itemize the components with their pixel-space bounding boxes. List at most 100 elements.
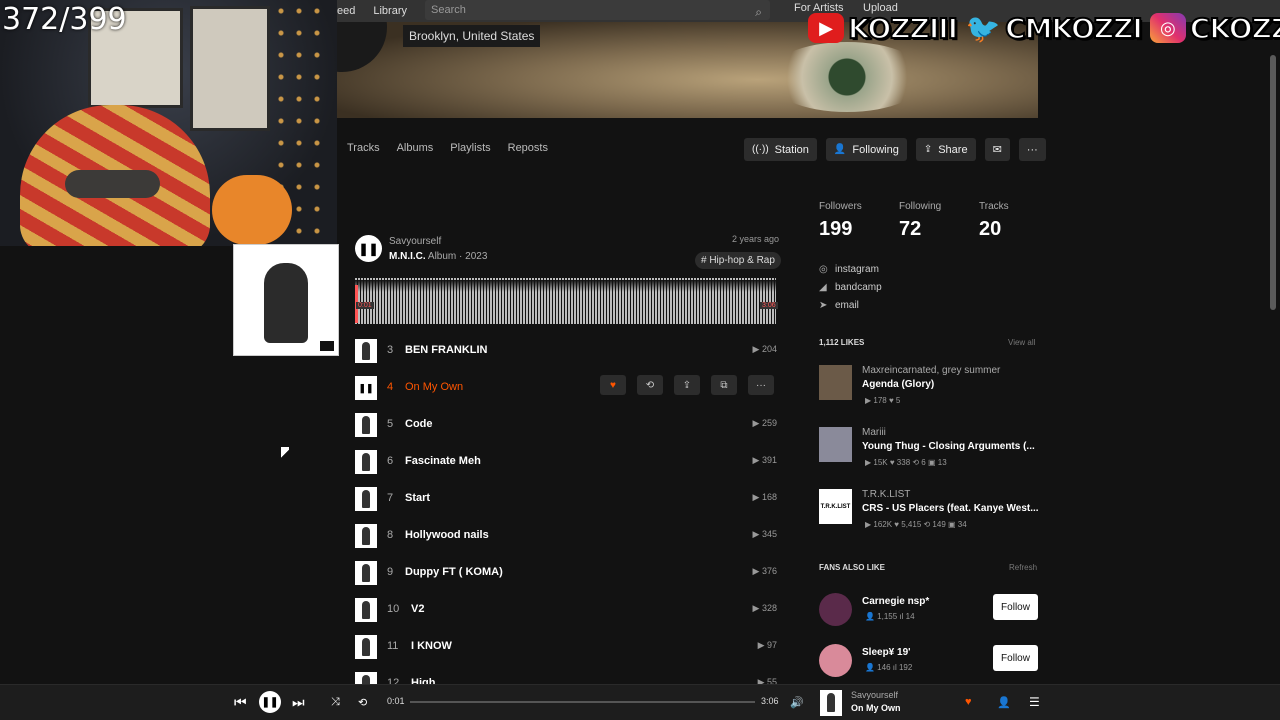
liked-track[interactable]: T.R.K.LIST T.R.K.LIST CRS - US Placers (… [819, 489, 1039, 539]
previous-icon[interactable]: ⏮ [234, 694, 247, 711]
track-thumbnail[interactable] [355, 413, 377, 437]
link-label: email [835, 299, 859, 311]
track-thumbnail[interactable] [355, 524, 377, 548]
stat-following[interactable]: Following 72 [899, 201, 979, 241]
album-line[interactable]: M.N.I.C. Album · 2023 [389, 251, 487, 262]
stat-value: 199 [819, 218, 853, 240]
track-title[interactable]: BEN FRANKLIN [405, 344, 488, 356]
view-all-link[interactable]: View all [1008, 338, 1035, 347]
tab-tracks[interactable]: Tracks [347, 142, 380, 154]
suggested-artist[interactable]: Sleep¥ 19' 👤 146 ıl 192 Follow [819, 644, 1039, 684]
artist-name: Sleep¥ 19' [862, 647, 911, 658]
track-row[interactable]: 10 V2 ▶ 328 [355, 597, 777, 623]
station-icon: ((·)) [752, 144, 769, 155]
volume-icon[interactable]: 🔊 [790, 696, 804, 709]
track-row[interactable]: 8 Hollywood nails ▶ 345 [355, 523, 777, 549]
artist-stats: 👤 1,155 ıl 14 [865, 612, 915, 621]
progress-bar[interactable] [410, 701, 755, 703]
liked-track[interactable]: Maxreincarnated, grey summer Agenda (Glo… [819, 365, 1039, 415]
track-title[interactable]: V2 [411, 603, 424, 615]
now-playing-artist[interactable]: Savyourself [851, 690, 898, 700]
track-thumbnail[interactable] [355, 339, 377, 363]
track-number: 4 [387, 381, 394, 393]
liked-track[interactable]: Mariii Young Thug - Closing Arguments (.… [819, 427, 1039, 477]
tab-playlists[interactable]: Playlists [450, 142, 490, 154]
track-title[interactable]: On My Own [405, 381, 463, 393]
track-title[interactable]: Start [405, 492, 430, 504]
page-scrollbar[interactable] [1270, 55, 1276, 310]
station-button[interactable]: ((·)) Station [744, 138, 817, 161]
track-title[interactable]: Fascinate Meh [405, 455, 481, 467]
track-title[interactable]: Duppy FT ( KOMA) [405, 566, 503, 578]
genre-tag[interactable]: # Hip-hop & Rap [695, 252, 781, 269]
track-row[interactable]: ❚❚ 4 On My Own ♥ ⟲ ⇪ ⧉ ··· [355, 375, 777, 401]
following-button[interactable]: 👤 Following [825, 138, 907, 161]
track-row[interactable]: 9 Duppy FT ( KOMA) ▶ 376 [355, 560, 777, 586]
track-title[interactable]: Code [405, 418, 433, 430]
share-icon[interactable]: ⇪ [674, 375, 700, 395]
track-number: 6 [387, 455, 394, 467]
track-title[interactable]: Hollywood nails [405, 529, 489, 541]
play-count-value: 55 [766, 677, 777, 684]
refresh-link[interactable]: Refresh [1009, 563, 1037, 572]
liked-track-art [819, 427, 852, 462]
search-input[interactable]: Search ⌕ [425, 0, 770, 20]
likes-header[interactable]: 1,112 LIKES [819, 338, 864, 347]
pause-icon[interactable]: ❚❚ [355, 376, 377, 400]
shuffle-icon[interactable]: ⤨ [331, 696, 340, 709]
heart-icon[interactable]: ♥ [965, 696, 972, 708]
pause-button[interactable]: ❚❚ [259, 691, 281, 713]
track-row[interactable]: 11 I KNOW ▶ 97 [355, 634, 777, 660]
stat-followers[interactable]: Followers 199 [819, 201, 899, 241]
track-title[interactable]: I KNOW [411, 640, 452, 652]
waveform-duration: 3:06 [760, 302, 778, 309]
heart-icon[interactable]: ♥ [600, 375, 626, 395]
more-icon[interactable]: ··· [748, 375, 774, 395]
tab-reposts[interactable]: Reposts [508, 142, 548, 154]
pause-button[interactable]: ❚❚ [355, 235, 382, 262]
track-thumbnail[interactable] [355, 598, 377, 622]
track-thumbnail[interactable] [355, 450, 377, 474]
play-count: ▶ 168 [752, 492, 777, 502]
now-playing-thumbnail[interactable] [820, 690, 842, 716]
suggested-artist[interactable]: Carnegie nsp* 👤 1,155 ıl 14 Follow [819, 593, 1039, 633]
repost-icon[interactable]: ⟲ [637, 375, 663, 395]
copy-icon[interactable]: ⧉ [711, 375, 737, 395]
next-icon[interactable]: ⏭ [292, 694, 305, 711]
now-playing-title[interactable]: On My Own [851, 703, 901, 713]
track-artist[interactable]: Savyourself [389, 236, 441, 247]
follow-button[interactable]: Follow [993, 594, 1038, 620]
track-row[interactable]: 7 Start ▶ 168 [355, 486, 777, 512]
search-icon[interactable]: ⌕ [755, 2, 762, 22]
track-thumbnail[interactable] [355, 487, 377, 511]
track-thumbnail[interactable] [355, 672, 377, 684]
track-thumbnail[interactable] [355, 635, 377, 659]
repeat-icon[interactable]: ⟲ [358, 696, 367, 709]
follow-button[interactable]: Follow [993, 645, 1038, 671]
follow-user-icon[interactable]: 👤 [997, 696, 1011, 709]
stat-tracks[interactable]: Tracks 20 [979, 201, 1059, 241]
tab-albums[interactable]: Albums [397, 142, 434, 154]
link-bandcamp[interactable]: ◢ bandcamp [819, 278, 882, 296]
pause-icon: ❚❚ [261, 696, 279, 708]
track-row[interactable]: 3 BEN FRANKLIN ▶ 204 [355, 338, 777, 364]
track-row[interactable]: 6 Fascinate Meh ▶ 391 [355, 449, 777, 475]
nav-library[interactable]: Library [373, 5, 407, 17]
queue-icon[interactable]: ☰ [1029, 695, 1040, 709]
track-row[interactable]: 5 Code ▶ 259 [355, 412, 777, 438]
nav-feed[interactable]: eed [337, 5, 355, 17]
message-button[interactable]: ✉ [984, 138, 1010, 161]
wall-poster [190, 6, 270, 131]
link-instagram[interactable]: ◎ instagram [819, 260, 882, 278]
more-button[interactable]: ··· [1018, 138, 1046, 161]
link-label: bandcamp [835, 281, 882, 293]
link-email[interactable]: ➤ email [819, 296, 882, 314]
share-label: Share [938, 143, 968, 156]
fans-header: FANS ALSO LIKE [819, 563, 885, 572]
liked-track-title: CRS - US Placers (feat. Kanye West... [862, 503, 1039, 514]
track-title[interactable]: High [411, 677, 435, 684]
artist-name: Carnegie nsp* [862, 596, 930, 607]
share-button[interactable]: ⇪ Share [915, 138, 976, 161]
track-thumbnail[interactable] [355, 561, 377, 585]
track-row[interactable]: 12 High ▶ 55 [355, 671, 777, 684]
